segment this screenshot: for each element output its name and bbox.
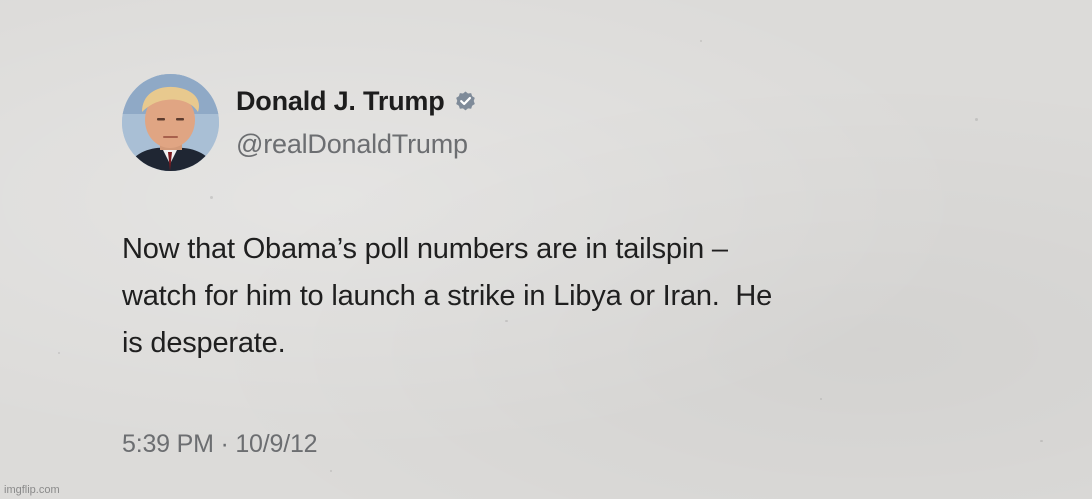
- paper-speck: [820, 398, 822, 400]
- paper-speck: [1040, 440, 1043, 442]
- avatar[interactable]: [122, 74, 219, 171]
- tweet-text: Now that Obama’s poll numbers are in tai…: [122, 233, 773, 359]
- watermark: imgflip.com: [4, 484, 60, 496]
- author-handle[interactable]: @realDonaldTrump: [236, 129, 468, 160]
- tweet-header: Donald J. Trump @realDonaldTrump: [122, 74, 1022, 174]
- paper-speck: [210, 196, 213, 199]
- tweet-date: 10/9/12: [235, 430, 318, 458]
- tweet-timestamp[interactable]: 5:39 PM · 10/9/12: [122, 430, 318, 459]
- verified-badge-icon: [454, 90, 477, 113]
- paper-speck: [700, 40, 702, 42]
- timestamp-separator: ·: [220, 430, 229, 458]
- avatar-photo: [122, 74, 219, 171]
- tweet-time: 5:39 PM: [122, 430, 214, 458]
- author-display-name[interactable]: Donald J. Trump: [236, 86, 445, 117]
- name-row: Donald J. Trump: [236, 86, 477, 117]
- paper-speck: [58, 352, 60, 354]
- tweet-card: Donald J. Trump @realDonaldTrump Now tha…: [122, 74, 1022, 458]
- paper-speck: [330, 470, 332, 472]
